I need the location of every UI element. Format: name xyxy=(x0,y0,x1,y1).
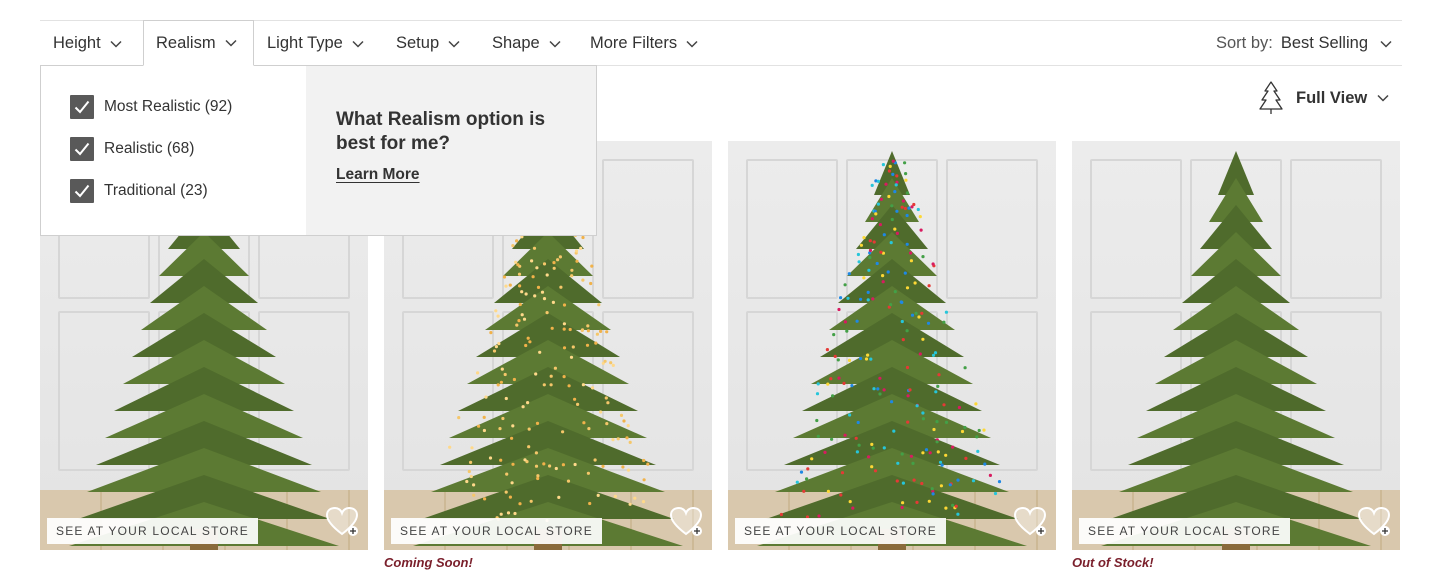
christmas-tree-image xyxy=(1101,151,1371,550)
chevron-down-icon xyxy=(225,39,237,47)
view-toggle-label: Full View xyxy=(1296,88,1368,107)
filter-bar: Height Realism Light Type Setup Shape Mo… xyxy=(40,20,1402,66)
filter-height-label: Height xyxy=(53,34,101,52)
filter-setup[interactable]: Setup xyxy=(396,21,460,66)
wishlist-heart-icon[interactable] xyxy=(325,506,360,542)
filter-setup-label: Setup xyxy=(396,34,440,52)
wishlist-heart-icon[interactable] xyxy=(669,506,704,542)
chevron-down-icon xyxy=(1380,40,1392,48)
filter-more[interactable]: More Filters xyxy=(590,21,698,66)
filter-light-type-label: Light Type xyxy=(267,34,343,52)
product-card[interactable]: SEE AT YOUR LOCAL STORE xyxy=(728,141,1056,550)
see-local-store-badge[interactable]: SEE AT YOUR LOCAL STORE xyxy=(735,518,946,544)
chevron-down-icon xyxy=(352,40,364,48)
wishlist-heart-icon[interactable] xyxy=(1357,506,1392,542)
learn-more-link[interactable]: Learn More xyxy=(336,166,420,184)
checkbox-checked-icon[interactable] xyxy=(70,179,94,203)
sort-value: Best Selling xyxy=(1280,34,1368,52)
product-status: Coming Soon! xyxy=(384,555,473,570)
see-local-store-badge[interactable]: SEE AT YOUR LOCAL STORE xyxy=(391,518,602,544)
help-title: What Realism option is best for me? xyxy=(336,109,546,154)
wishlist-heart-icon[interactable] xyxy=(1013,506,1048,542)
sort-label: Sort by: xyxy=(1216,34,1273,52)
see-local-store-badge[interactable]: SEE AT YOUR LOCAL STORE xyxy=(1079,518,1290,544)
option-traditional[interactable]: Traditional (23) xyxy=(70,179,208,203)
product-status: Out of Stock! xyxy=(1072,555,1154,570)
checkbox-checked-icon[interactable] xyxy=(70,95,94,119)
checkbox-checked-icon[interactable] xyxy=(70,137,94,161)
sort-dropdown[interactable]: Sort by: Best Selling xyxy=(1216,21,1392,66)
filter-shape[interactable]: Shape xyxy=(492,21,561,66)
option-realistic[interactable]: Realistic (68) xyxy=(70,137,194,161)
filter-height[interactable]: Height xyxy=(53,21,122,66)
christmas-tree-image xyxy=(757,151,1027,550)
chevron-down-icon xyxy=(686,40,698,48)
see-local-store-badge[interactable]: SEE AT YOUR LOCAL STORE xyxy=(47,518,258,544)
filter-more-label: More Filters xyxy=(590,34,678,52)
filter-shape-label: Shape xyxy=(492,34,540,52)
realism-options: Most Realistic (92) Realistic (68) Tradi… xyxy=(41,66,306,235)
filter-realism[interactable]: Realism xyxy=(143,20,254,66)
filter-light-type[interactable]: Light Type xyxy=(267,21,364,66)
product-card[interactable]: SEE AT YOUR LOCAL STORE xyxy=(1072,141,1400,550)
tree-outline-icon xyxy=(1258,80,1284,116)
option-label: Realistic (68) xyxy=(104,140,195,157)
realism-help-panel: What Realism option is best for me? Lear… xyxy=(306,66,596,235)
chevron-down-icon xyxy=(549,40,561,48)
view-toggle[interactable]: Full View xyxy=(1258,80,1389,116)
realism-dropdown: Most Realistic (92) Realistic (68) Tradi… xyxy=(40,65,597,236)
option-most-realistic[interactable]: Most Realistic (92) xyxy=(70,95,232,119)
option-label: Most Realistic (92) xyxy=(104,98,233,115)
option-label: Traditional (23) xyxy=(104,182,208,199)
chevron-down-icon xyxy=(110,40,122,48)
filter-realism-label: Realism xyxy=(156,33,216,52)
chevron-down-icon xyxy=(1377,94,1389,102)
chevron-down-icon xyxy=(448,40,460,48)
